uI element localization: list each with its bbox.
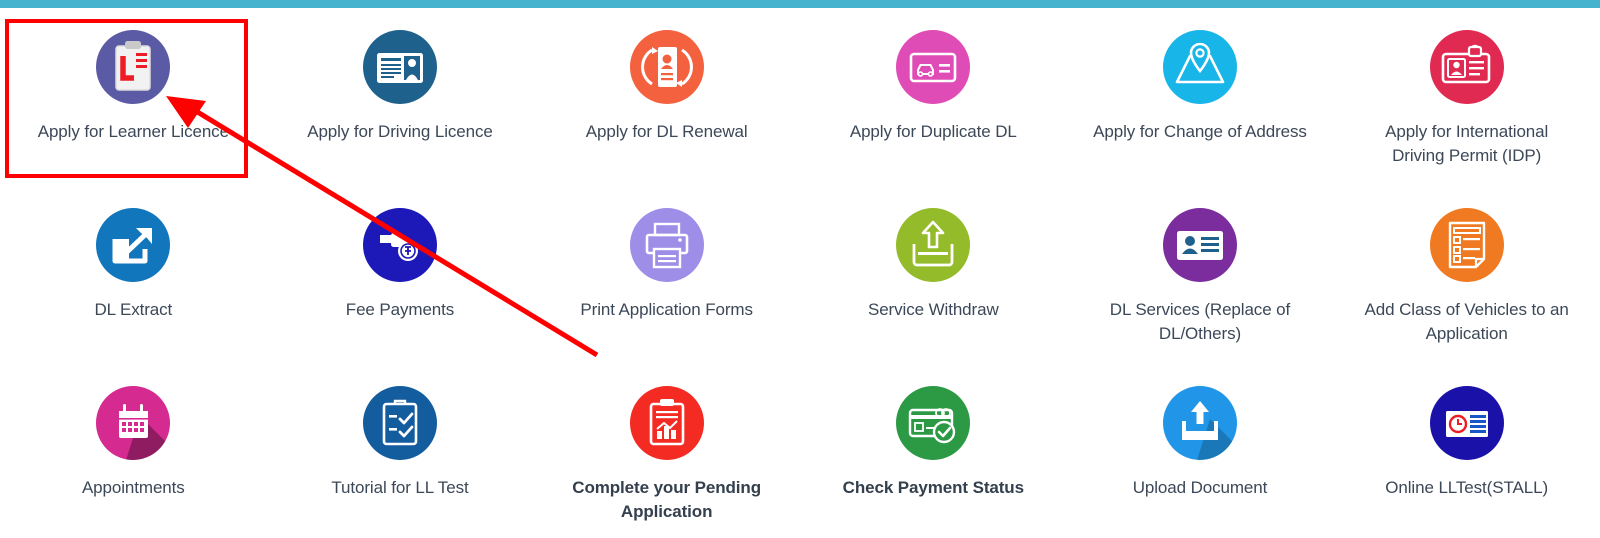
duplicate-dl-car-card-icon[interactable] (896, 30, 971, 104)
dl-extract-export-icon[interactable] (96, 208, 171, 282)
service-tile-label: Fee Payments (345, 300, 455, 319)
service-tile-label: Apply for Duplicate DL (849, 122, 1017, 141)
service-tile[interactable]: Check Payment Status (800, 370, 1067, 538)
dl-services-id-card-icon[interactable] (1162, 208, 1237, 282)
services-page: Apply for Learner Licence Apply for Driv… (0, 0, 1600, 538)
service-tile-label: Apply for International Driving Permit (… (1385, 122, 1549, 165)
service-tile-label: Service Withdraw (867, 300, 999, 319)
service-tile[interactable]: Print Application Forms (533, 192, 800, 370)
service-tile[interactable]: Tutorial for LL Test (267, 370, 534, 538)
appointments-calendar-icon[interactable] (96, 386, 171, 460)
service-tile-label: DL Services (Replace of DL/Others) (1109, 300, 1291, 343)
service-tile[interactable]: Service Withdraw (800, 192, 1067, 370)
service-tile-label: Check Payment Status (842, 478, 1024, 497)
highlight-rectangle (5, 19, 248, 178)
service-tile-label: DL Extract (94, 300, 173, 319)
service-tile[interactable]: DL Extract (0, 192, 267, 370)
pending-application-clipboard-chart-icon[interactable] (629, 386, 704, 460)
service-tile-label: Upload Document (1132, 478, 1268, 497)
fee-payments-hand-coin-icon[interactable] (362, 208, 437, 282)
service-tile[interactable]: DL Services (Replace of DL/Others) (1067, 192, 1334, 370)
service-tile-label: Apply for DL Renewal (585, 122, 748, 141)
tutorial-clipboard-check-icon[interactable] (362, 386, 437, 460)
print-application-forms-printer-icon[interactable] (629, 208, 704, 282)
service-tile-label: Complete your Pending Application (572, 478, 761, 521)
dl-renewal-card-icon[interactable] (629, 30, 704, 104)
upload-document-icon[interactable] (1162, 386, 1237, 460)
check-payment-status-card-icon[interactable] (896, 386, 971, 460)
service-tile-label: Tutorial for LL Test (331, 478, 469, 497)
service-tile-label: Add Class of Vehicles to an Application (1364, 300, 1569, 343)
service-tile[interactable]: Upload Document (1067, 370, 1334, 538)
service-tile[interactable]: Apply for International Driving Permit (… (1333, 14, 1600, 192)
service-tile-label: Apply for Change of Address (1093, 122, 1307, 141)
driving-licence-card-icon[interactable] (362, 30, 437, 104)
service-tile[interactable]: Fee Payments (267, 192, 534, 370)
service-tile[interactable]: Complete your Pending Application (533, 370, 800, 538)
service-tile-label: Apply for Driving Licence (307, 122, 493, 141)
international-driving-permit-badge-icon[interactable] (1429, 30, 1504, 104)
service-tile-label: Online LLTest(STALL) (1385, 478, 1549, 497)
service-tile[interactable]: Appointments (0, 370, 267, 538)
add-class-of-vehicles-checklist-icon[interactable] (1429, 208, 1504, 282)
service-tile-label: Appointments (81, 478, 185, 497)
service-tile[interactable]: Apply for Duplicate DL (800, 14, 1067, 192)
service-tile[interactable]: Apply for DL Renewal (533, 14, 800, 192)
service-withdraw-upload-icon[interactable] (896, 208, 971, 282)
service-tile[interactable]: Apply for Driving Licence (267, 14, 534, 192)
service-tile-label: Print Application Forms (580, 300, 753, 319)
change-of-address-map-pin-icon[interactable] (1162, 30, 1237, 104)
service-tile[interactable]: Online LLTest(STALL) (1333, 370, 1600, 538)
top-accent-bar (0, 0, 1600, 8)
service-tile[interactable]: Add Class of Vehicles to an Application (1333, 192, 1600, 370)
online-lltest-clock-card-icon[interactable] (1429, 386, 1504, 460)
service-tile[interactable]: Apply for Change of Address (1067, 14, 1334, 192)
